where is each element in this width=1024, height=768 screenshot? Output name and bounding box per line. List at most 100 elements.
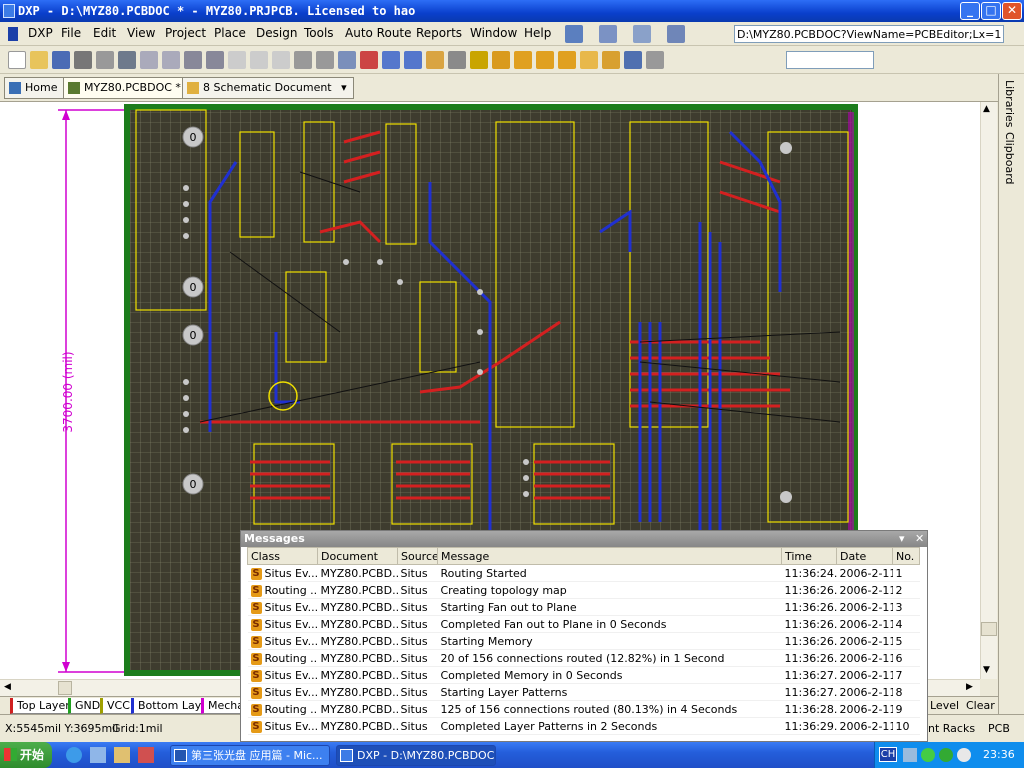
menu-edit[interactable]: Edit (93, 26, 116, 40)
menu-reports[interactable]: Reports (416, 26, 462, 40)
column-header[interactable]: Date (836, 547, 893, 565)
table-row[interactable]: S Situs Ev... MYZ80.PCBD... Situs Completed … (247, 666, 920, 684)
close-button[interactable]: ✕ (1002, 2, 1022, 20)
menu-tools[interactable]: Tools (304, 26, 334, 40)
table-row[interactable]: S Situs Ev... MYZ80.PCBD... Situs Starting M… (247, 632, 920, 650)
table-row[interactable]: S Routing ... MYZ80.PCBD... Situs 125 of 156… (247, 700, 920, 718)
menu-place[interactable]: Place (214, 26, 246, 40)
menu-dxp[interactable]: DXP (28, 26, 53, 40)
level-control[interactable]: Level (930, 699, 959, 712)
select-icon[interactable] (294, 51, 312, 69)
start-button[interactable]: 开始 (0, 742, 52, 768)
zoom-out-icon[interactable] (206, 51, 224, 69)
string-icon[interactable] (624, 51, 642, 69)
help-icon[interactable] (470, 51, 488, 69)
table-row[interactable]: S Routing ... MYZ80.PCBD... Situs Creating t… (247, 581, 920, 599)
component-icon[interactable] (646, 51, 664, 69)
address-field[interactable] (734, 25, 1004, 43)
table-row[interactable]: S Routing ... MYZ80.PCBD... Situs 20 of 156 … (247, 649, 920, 667)
column-header[interactable]: Message (437, 547, 782, 565)
home-tab[interactable]: Home (4, 77, 65, 99)
racks-panel-button[interactable]: nt Racks (928, 722, 975, 735)
maximize-button[interactable]: □ (981, 2, 1001, 20)
schematic-dropdown[interactable]: 8 Schematic Document ▾ (182, 77, 354, 99)
deselect-icon[interactable] (338, 51, 356, 69)
layout-tool-icon[interactable] (599, 25, 617, 43)
zoom-area-icon[interactable] (162, 51, 180, 69)
zoom-in-icon[interactable] (184, 51, 202, 69)
chart-tool-icon[interactable] (565, 25, 583, 43)
clear-control[interactable]: Clear (966, 699, 995, 712)
column-header[interactable]: No. (892, 547, 920, 565)
scroll-down-icon[interactable]: ▼ (983, 665, 990, 675)
scroll-left-icon[interactable]: ◀ (4, 682, 11, 692)
layers-icon[interactable] (118, 51, 136, 69)
menu-file[interactable]: File (61, 26, 81, 40)
undo-icon[interactable] (382, 51, 400, 69)
open-folder-icon[interactable] (30, 51, 48, 69)
layer-tab-vcc[interactable]: VCC (100, 698, 135, 714)
vertical-scroll-thumb[interactable] (981, 622, 997, 636)
horizontal-scroll-thumb[interactable] (58, 681, 72, 695)
redo-icon[interactable] (404, 51, 422, 69)
menu-design[interactable]: Design (256, 26, 297, 40)
taskbar-dxp-button[interactable]: DXP - D:\MYZ80.PCBDOC ... (336, 745, 496, 766)
scroll-up-icon[interactable]: ▲ (983, 104, 990, 114)
table-row[interactable]: S Situs Ev... MYZ80.PCBD... Situs Completed … (247, 717, 920, 735)
vertical-scrollbar[interactable]: ▲ ▼ (980, 102, 997, 679)
menu-view[interactable]: View (127, 26, 155, 40)
fill-icon[interactable] (580, 51, 598, 69)
table-row[interactable]: S Situs Ev... MYZ80.PCBD... Situs Starting L… (247, 683, 920, 701)
route-icon[interactable] (492, 51, 510, 69)
copy-icon[interactable] (250, 51, 268, 69)
column-header[interactable]: Class (247, 547, 318, 565)
menu-help[interactable]: Help (524, 26, 551, 40)
paste-icon[interactable] (272, 51, 290, 69)
language-indicator[interactable]: CH (879, 747, 897, 762)
libraries-tab[interactable]: Libraries (1003, 80, 1016, 128)
save-icon[interactable] (52, 51, 70, 69)
chevron-down-icon[interactable]: ▾ (899, 531, 905, 547)
move-icon[interactable] (316, 51, 334, 69)
ie-icon[interactable] (66, 747, 82, 763)
volume-icon[interactable] (957, 748, 971, 762)
column-header[interactable]: Source (397, 547, 438, 565)
pcb-panel-button[interactable]: PCB (988, 722, 1010, 735)
column-header[interactable]: Time (781, 547, 837, 565)
keyboard-icon[interactable] (903, 748, 917, 762)
taskbar-word-button[interactable]: 第三张光盘 应用篇 - Mic... (170, 745, 330, 766)
pcb-doc-tab[interactable]: MYZ80.PCBDOC * (63, 77, 188, 99)
browse-tool-icon[interactable] (667, 25, 685, 43)
quicklaunch-icon[interactable] (138, 747, 154, 763)
clipboard-tab[interactable]: Clipboard (1003, 132, 1016, 185)
tray-icon[interactable] (921, 748, 935, 762)
print-icon[interactable] (74, 51, 92, 69)
zoom-fit-icon[interactable] (140, 51, 158, 69)
polygon-icon[interactable] (602, 51, 620, 69)
show-desktop-icon[interactable] (90, 747, 106, 763)
layer-tab-top[interactable]: Top Layer (10, 698, 75, 714)
cut-icon[interactable] (228, 51, 246, 69)
column-header[interactable]: Document (317, 547, 398, 565)
arc-icon[interactable] (558, 51, 576, 69)
table-row[interactable]: S Situs Ev... MYZ80.PCBD... Situs Starting F… (247, 598, 920, 616)
browse-icon[interactable] (448, 51, 466, 69)
quicklaunch-icon[interactable] (114, 747, 130, 763)
menu-window[interactable]: Window (470, 26, 517, 40)
close-icon[interactable]: ✕ (915, 531, 924, 547)
scroll-right-icon[interactable]: ▶ (966, 682, 973, 692)
clear-icon[interactable] (360, 51, 378, 69)
minimize-button[interactable]: _ (960, 2, 980, 20)
highlight-icon[interactable] (426, 51, 444, 69)
print-preview-icon[interactable] (96, 51, 114, 69)
table-row[interactable]: S Situs Ev... MYZ80.PCBD... Situs Routing St… (247, 564, 920, 582)
menu-auto-route[interactable]: Auto Route (345, 26, 412, 40)
new-doc-icon[interactable] (8, 51, 26, 69)
table-row[interactable]: S Situs Ev... MYZ80.PCBD... Situs Completed … (247, 615, 920, 633)
pad-icon[interactable] (514, 51, 532, 69)
menu-project[interactable]: Project (165, 26, 206, 40)
tray-icon[interactable] (939, 748, 953, 762)
toolbar-dropdown[interactable] (786, 51, 874, 69)
via-icon[interactable] (536, 51, 554, 69)
filter-tool-icon[interactable] (633, 25, 651, 43)
